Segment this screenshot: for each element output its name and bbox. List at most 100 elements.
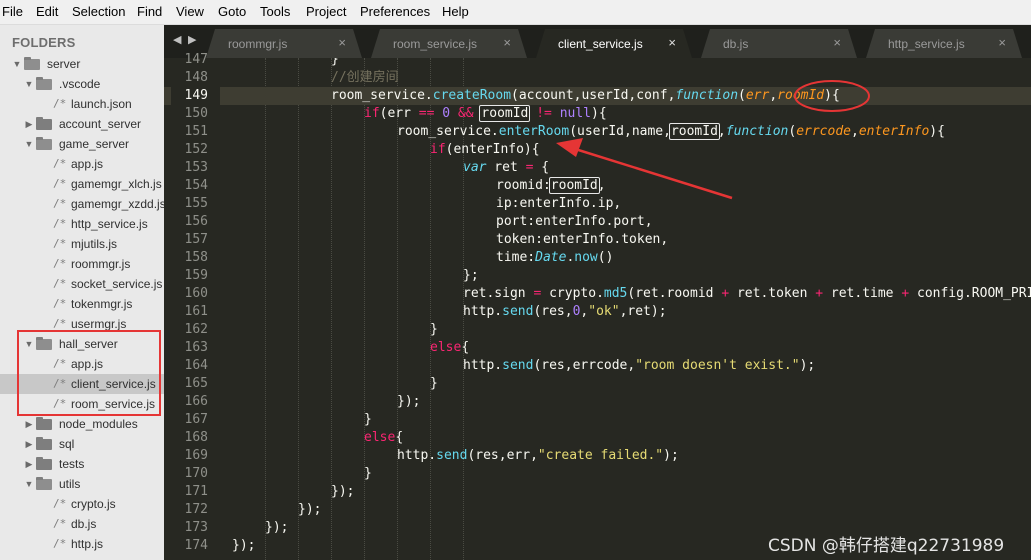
chevron-down-icon[interactable]: ▼ — [12, 54, 22, 74]
file-item[interactable]: /* db.js — [0, 514, 164, 534]
code-token: }; — [463, 268, 479, 283]
file-item[interactable]: /* app.js — [0, 154, 164, 174]
close-icon[interactable]: × — [833, 35, 841, 50]
file-icon: /* — [53, 237, 67, 250]
tree-item-label: tests — [59, 457, 85, 471]
code-token: function — [725, 124, 789, 139]
code-line: } — [220, 58, 339, 69]
menu-selection[interactable]: Selection — [72, 4, 125, 19]
menu-view[interactable]: View — [176, 4, 204, 19]
code-token: if — [430, 142, 446, 157]
line-number: 149 — [184, 88, 208, 103]
code-token: ip:enterInfo.ip, — [496, 196, 622, 211]
close-icon[interactable]: × — [998, 35, 1006, 50]
highlighted-occurrence: roomId — [548, 177, 600, 194]
line-number: 148 — [184, 70, 208, 85]
code-token: }); — [298, 502, 322, 517]
menu-goto[interactable]: Goto — [218, 4, 246, 19]
tab-roommgr-js[interactable]: roommgr.js × — [206, 29, 362, 58]
close-icon[interactable]: × — [668, 35, 676, 50]
folder-item[interactable]: ▼ .vscode — [0, 74, 164, 94]
line-number: 152 — [184, 142, 208, 157]
code-token: ret.sign — [463, 286, 534, 301]
file-icon: /* — [53, 257, 67, 270]
chevron-down-icon[interactable]: ▼ — [24, 74, 34, 94]
line-number: 156 — [184, 214, 208, 229]
code-line: else{ — [220, 339, 469, 357]
code-line: //创建房间 — [220, 69, 399, 87]
menu-find[interactable]: Find — [137, 4, 162, 19]
code-token: ret.token — [729, 286, 816, 301]
code-token: else — [430, 340, 462, 355]
code-token: //创建房间 — [331, 70, 399, 85]
code-editor[interactable]: }//创建房间 room_service.createRoom(account,u… — [220, 58, 1031, 560]
file-item[interactable]: /* socket_service.js — [0, 274, 164, 294]
tab-client-service-js[interactable]: client_service.js × — [536, 29, 692, 58]
code-token: "ok" — [588, 304, 620, 319]
chevron-right-icon[interactable]: ▶ — [24, 414, 34, 434]
code-token: (err — [379, 106, 419, 121]
line-number: 169 — [184, 448, 208, 463]
tree-item-label: server — [47, 57, 81, 71]
code-token: + — [815, 286, 824, 301]
menu-project[interactable]: Project — [306, 4, 346, 19]
folder-item[interactable]: ▼ server — [0, 54, 164, 74]
chevron-right-icon[interactable]: ▶ — [24, 454, 34, 474]
chevron-down-icon[interactable]: ▼ — [24, 474, 34, 494]
file-item[interactable]: /* http.js — [0, 534, 164, 554]
folder-item[interactable]: ▶ tests — [0, 454, 164, 474]
file-item[interactable]: /* tokenmgr.js — [0, 294, 164, 314]
code-token: }); — [265, 520, 289, 535]
file-item[interactable]: /* crypto.js — [0, 494, 164, 514]
file-item[interactable]: /* mjutils.js — [0, 234, 164, 254]
menu-file[interactable]: File — [2, 4, 23, 19]
chevron-right-icon[interactable]: ▶ — [24, 114, 34, 134]
file-icon: /* — [53, 497, 67, 510]
menu-help[interactable]: Help — [442, 4, 469, 19]
code-token: , — [769, 88, 778, 103]
hall-server-highlight-box — [17, 330, 161, 416]
tab-db-js[interactable]: db.js × — [701, 29, 857, 58]
line-number: 164 — [184, 358, 208, 373]
file-item[interactable]: /* http_service.js — [0, 214, 164, 234]
folder-item[interactable]: ▶ node_modules — [0, 414, 164, 434]
tab-scroll-right-icon[interactable]: ▶ — [188, 33, 196, 46]
file-icon: /* — [53, 97, 67, 110]
folder-item[interactable]: ▶ account_server — [0, 114, 164, 134]
code-token: if — [364, 106, 380, 121]
line-number: 160 — [184, 286, 208, 301]
code-token: { — [533, 160, 550, 175]
tree-item-label: utils — [59, 477, 81, 491]
menu-tools[interactable]: Tools — [260, 4, 290, 19]
tab-room-service-js[interactable]: room_service.js × — [371, 29, 527, 58]
chevron-down-icon[interactable]: ▼ — [24, 134, 34, 154]
code-token: (res,errcode, — [533, 358, 636, 373]
line-number: 172 — [184, 502, 208, 517]
close-icon[interactable]: × — [338, 35, 346, 50]
code-line: token:enterInfo.token, — [220, 231, 668, 249]
folder-item[interactable]: ▼ utils — [0, 474, 164, 494]
code-token: room_service. — [397, 124, 499, 139]
folder-item[interactable]: ▼ game_server — [0, 134, 164, 154]
tab-http-service-js[interactable]: http_service.js × — [866, 29, 1022, 58]
folder-item[interactable]: ▶ sql — [0, 434, 164, 454]
code-token: , — [717, 124, 726, 139]
code-token: } — [364, 412, 372, 427]
file-item[interactable]: /* launch.json — [0, 94, 164, 114]
tree-item-label: roommgr.js — [71, 257, 131, 271]
close-icon[interactable]: × — [503, 35, 511, 50]
line-number: 154 — [184, 178, 208, 193]
tab-bar: ◀ ▶ roommgr.js × room_service.js × client_se… — [164, 25, 1031, 58]
file-item[interactable]: /* gamemgr_xlch.js — [0, 174, 164, 194]
line-number: 158 — [184, 250, 208, 265]
chevron-right-icon[interactable]: ▶ — [24, 434, 34, 454]
menu-preferences[interactable]: Preferences — [360, 4, 430, 19]
code-line: roomid:roomId, — [220, 177, 606, 195]
file-item[interactable]: /* roommgr.js — [0, 254, 164, 274]
code-token: else — [364, 430, 396, 445]
file-icon: /* — [53, 537, 67, 550]
tab-scroll-left-icon[interactable]: ◀ — [173, 33, 181, 46]
menu-edit[interactable]: Edit — [36, 4, 58, 19]
file-item[interactable]: /* gamemgr_xzdd.js — [0, 194, 164, 214]
